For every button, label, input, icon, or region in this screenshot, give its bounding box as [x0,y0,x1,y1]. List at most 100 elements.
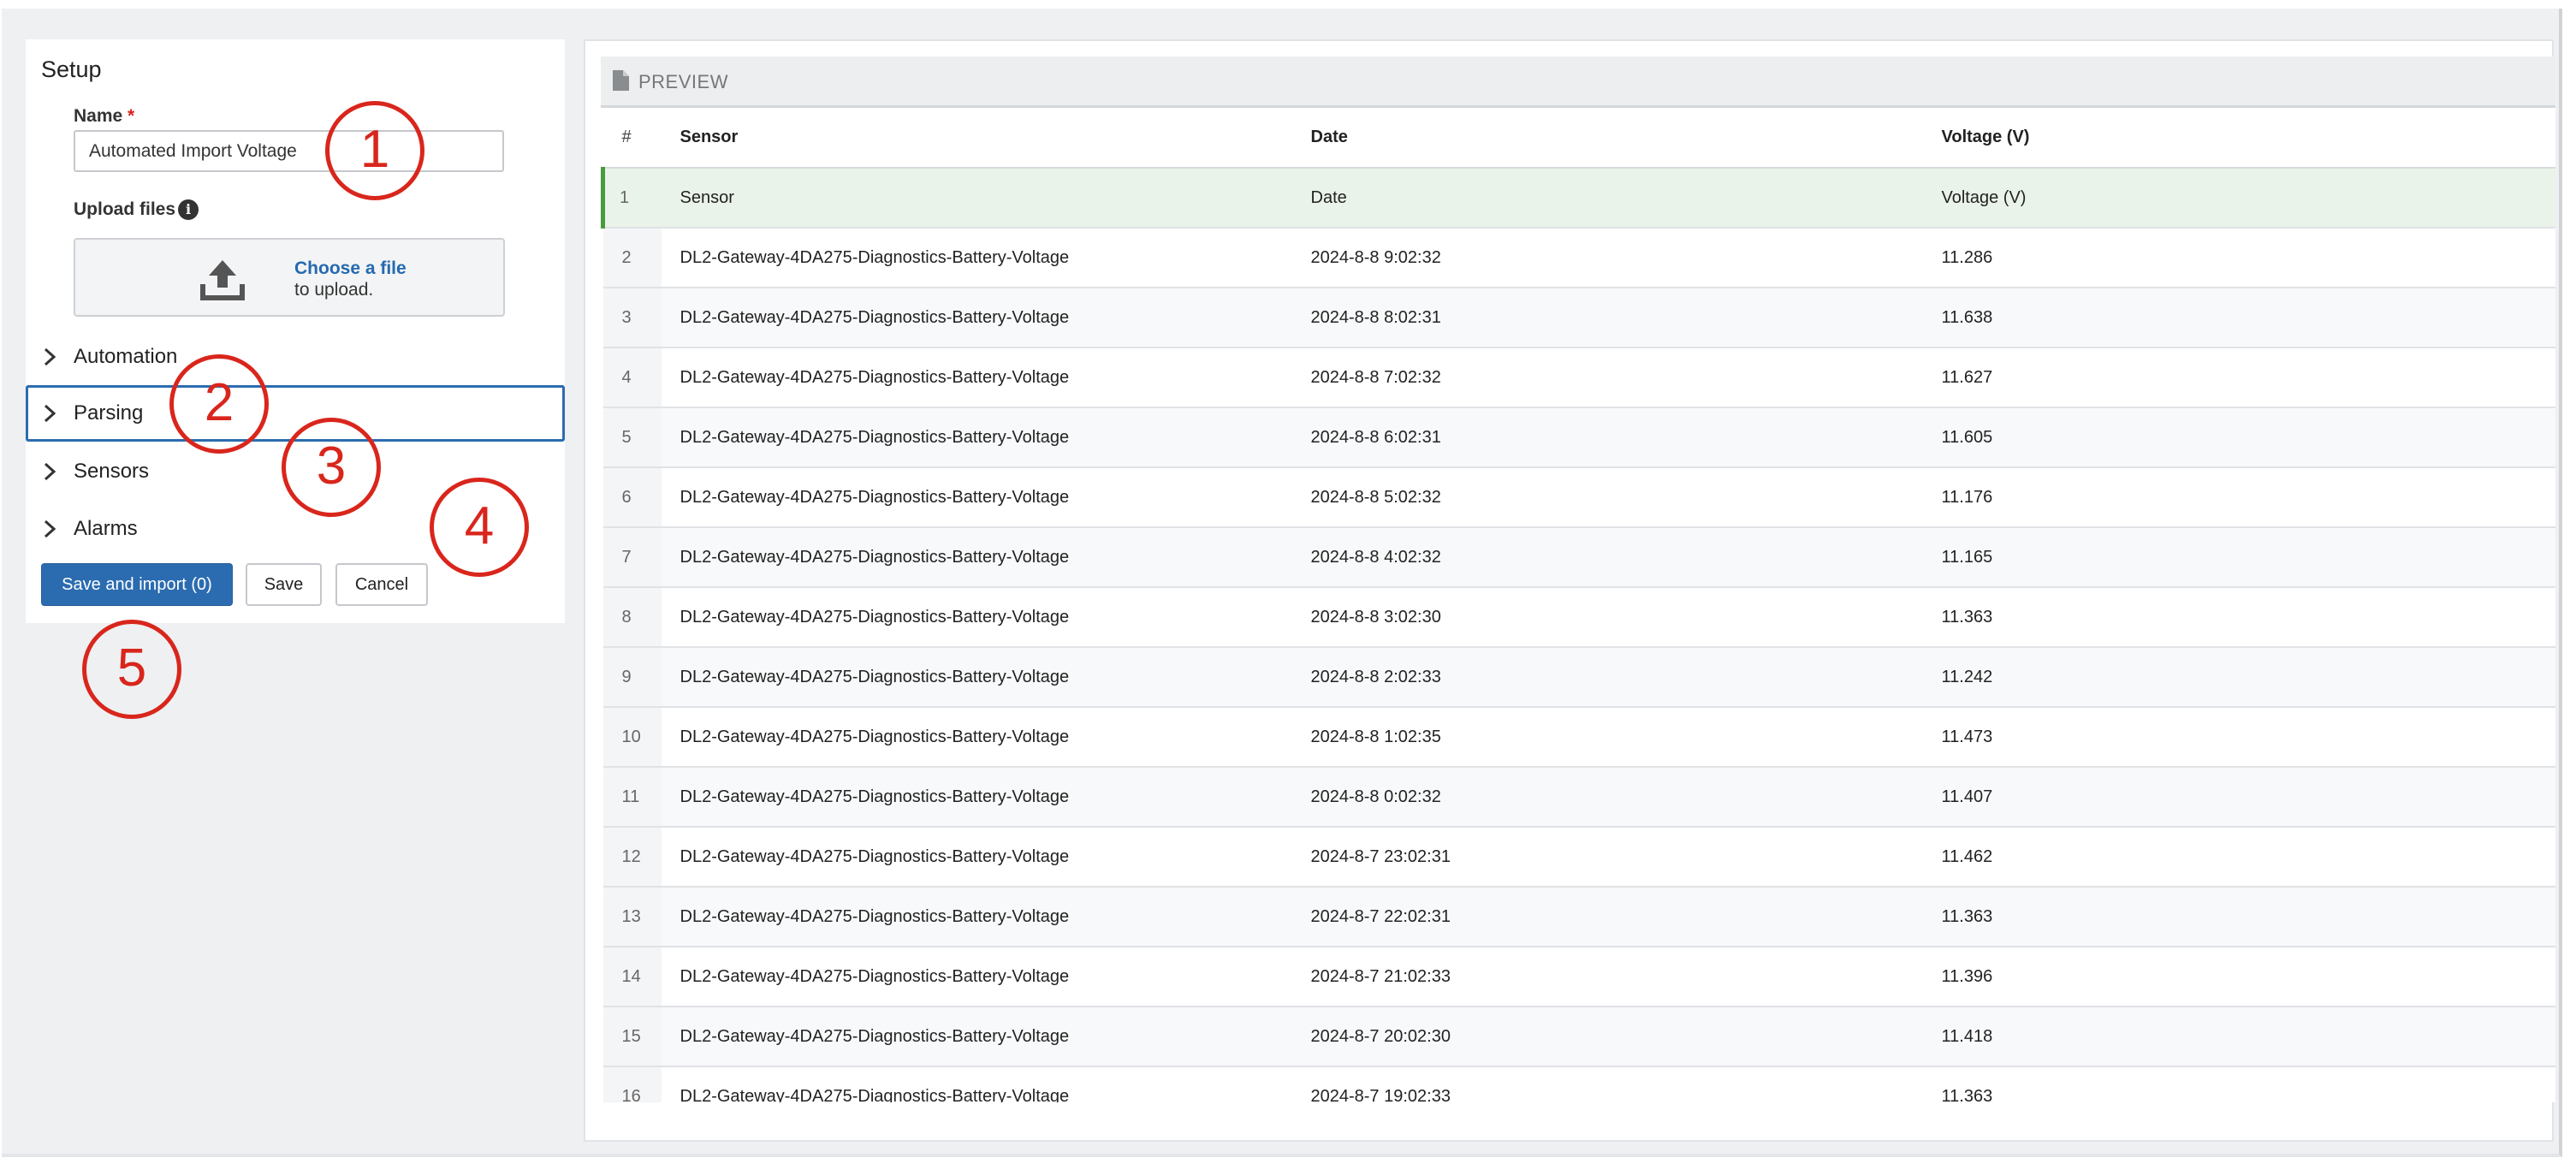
row-index: 6 [602,467,662,528]
sensor-cell: DL2-Gateway-4DA275-Diagnostics-Battery-V… [661,288,1292,348]
table-row[interactable]: 6 DL2-Gateway-4DA275-Diagnostics-Battery-… [602,467,2555,528]
row-index: 13 [602,887,662,947]
table-row[interactable]: 1 Sensor Date Voltage (V) [601,168,2555,229]
setup-title: Setup [41,56,102,82]
sensor-cell: DL2-Gateway-4DA275-Diagnostics-Battery-V… [661,407,1292,468]
preview-panel: PREVIEW # Sensor Date Voltage (V) 1 Senso… [584,39,2555,1142]
chevron-right-icon [44,462,56,481]
table-row[interactable]: 12 DL2-Gateway-4DA275-Diagnostics-Battery… [602,827,2555,888]
row-index: 11 [602,767,662,828]
voltage-cell: 11.462 [1922,827,2555,888]
row-index: 8 [602,587,662,648]
date-cell: Date [1291,168,1923,229]
name-input[interactable] [74,130,504,172]
app-window: Setup Name * Upload files i Choose a fil… [2,9,2562,1157]
name-label: Name * [74,106,134,127]
voltage-cell: 11.638 [1922,288,2555,348]
sensor-cell: DL2-Gateway-4DA275-Diagnostics-Battery-V… [661,947,1292,1007]
voltage-cell: 11.363 [1922,1066,2555,1102]
date-cell: 2024-8-7 22:02:31 [1291,887,1923,947]
sensor-cell: DL2-Gateway-4DA275-Diagnostics-Battery-V… [661,887,1292,947]
row-index: 14 [602,947,662,1007]
table-row[interactable]: 15 DL2-Gateway-4DA275-Diagnostics-Battery… [602,1007,2555,1067]
row-index: 1 [601,168,662,229]
table-body: 1 Sensor Date Voltage (V) 2 DL2-Gateway-4DA27… [601,168,2555,1102]
required-mark: * [128,106,135,126]
sensor-cell: DL2-Gateway-4DA275-Diagnostics-Battery-V… [661,647,1292,708]
date-cell: 2024-8-8 8:02:31 [1291,288,1923,348]
accordion-label: Automation [74,345,178,368]
table-row[interactable]: 4 DL2-Gateway-4DA275-Diagnostics-Battery-… [602,347,2555,408]
row-index: 2 [602,228,662,288]
accordion-label: Parsing [74,401,144,425]
accordion-label: Alarms [74,517,138,540]
save-and-import-button[interactable]: Save and import (0) [41,563,233,606]
accordion-label: Sensors [74,460,150,483]
table-row[interactable]: 16 DL2-Gateway-4DA275-Diagnostics-Battery… [602,1066,2555,1102]
table-row[interactable]: 11 DL2-Gateway-4DA275-Diagnostics-Battery… [602,767,2555,828]
upload-files-label: Upload files [74,199,176,219]
sensor-cell: DL2-Gateway-4DA275-Diagnostics-Battery-V… [661,707,1292,768]
date-cell: 2024-8-8 2:02:33 [1291,647,1923,708]
voltage-cell: Voltage (V) [1922,168,2555,229]
date-cell: 2024-8-7 23:02:31 [1291,827,1923,888]
chevron-right-icon [44,520,56,538]
save-button[interactable]: Save [246,563,322,606]
date-cell: 2024-8-8 7:02:32 [1291,347,1923,408]
row-index: 16 [602,1066,662,1102]
sensor-cell: DL2-Gateway-4DA275-Diagnostics-Battery-V… [661,467,1292,528]
column-header-index: # [602,108,662,169]
file-upload-dropzone[interactable]: Choose a file to upload. [74,238,505,317]
date-cell: 2024-8-8 3:02:30 [1291,587,1923,648]
voltage-cell: 11.473 [1922,707,2555,768]
table-row[interactable]: 10 DL2-Gateway-4DA275-Diagnostics-Battery… [602,707,2555,768]
date-cell: 2024-8-8 9:02:32 [1291,228,1923,288]
chevron-right-icon [44,347,56,366]
date-cell: 2024-8-8 4:02:32 [1291,527,1923,588]
table-header-row: # Sensor Date Voltage (V) [602,108,2555,169]
date-cell: 2024-8-8 5:02:32 [1291,467,1923,528]
table-row[interactable]: 8 DL2-Gateway-4DA275-Diagnostics-Battery-… [602,587,2555,648]
row-index: 15 [602,1007,662,1067]
name-label-text: Name [74,106,123,126]
voltage-cell: 11.605 [1922,407,2555,468]
info-icon[interactable]: i [178,199,199,220]
sensor-cell: DL2-Gateway-4DA275-Diagnostics-Battery-V… [661,527,1292,588]
voltage-cell: 11.176 [1922,467,2555,528]
voltage-cell: 11.627 [1922,347,2555,408]
upload-icon [200,260,245,300]
table-row[interactable]: 14 DL2-Gateway-4DA275-Diagnostics-Battery… [602,947,2555,1007]
voltage-cell: 11.286 [1922,228,2555,288]
document-icon [613,70,629,91]
row-index: 10 [602,707,662,768]
cancel-button[interactable]: Cancel [335,563,428,606]
column-header-date: Date [1291,108,1923,169]
choose-file-link[interactable]: Choose a file [294,258,407,279]
annotation-circle-3: 3 [282,418,381,517]
column-header-voltage: Voltage (V) [1922,108,2555,169]
preview-table-container[interactable]: # Sensor Date Voltage (V) 1 Sensor Date Vol… [601,108,2555,1102]
voltage-cell: 11.363 [1922,587,2555,648]
date-cell: 2024-8-8 0:02:32 [1291,767,1923,828]
chevron-right-icon [44,404,56,423]
table-row[interactable]: 2 DL2-Gateway-4DA275-Diagnostics-Battery-… [602,228,2555,288]
sensor-cell: DL2-Gateway-4DA275-Diagnostics-Battery-V… [661,587,1292,648]
table-row[interactable]: 5 DL2-Gateway-4DA275-Diagnostics-Battery-… [602,407,2555,468]
table-row[interactable]: 7 DL2-Gateway-4DA275-Diagnostics-Battery-… [602,527,2555,588]
sensor-cell: DL2-Gateway-4DA275-Diagnostics-Battery-V… [661,827,1292,888]
sensor-cell: DL2-Gateway-4DA275-Diagnostics-Battery-V… [661,228,1292,288]
row-index: 3 [602,288,662,348]
table-row[interactable]: 3 DL2-Gateway-4DA275-Diagnostics-Battery-… [602,288,2555,348]
column-header-sensor: Sensor [661,108,1292,169]
table-row[interactable]: 9 DL2-Gateway-4DA275-Diagnostics-Battery-… [602,647,2555,708]
preview-title: PREVIEW [638,71,728,92]
voltage-cell: 11.418 [1922,1007,2555,1067]
date-cell: 2024-8-7 20:02:30 [1291,1007,1923,1067]
preview-table: # Sensor Date Voltage (V) 1 Sensor Date Vol… [601,108,2555,1102]
table-row[interactable]: 13 DL2-Gateway-4DA275-Diagnostics-Battery… [602,887,2555,947]
voltage-cell: 11.242 [1922,647,2555,708]
row-index: 4 [602,347,662,408]
sensor-cell: Sensor [661,168,1292,229]
accordion-automation[interactable]: Automation [26,329,565,385]
sensor-cell: DL2-Gateway-4DA275-Diagnostics-Battery-V… [661,1007,1292,1067]
